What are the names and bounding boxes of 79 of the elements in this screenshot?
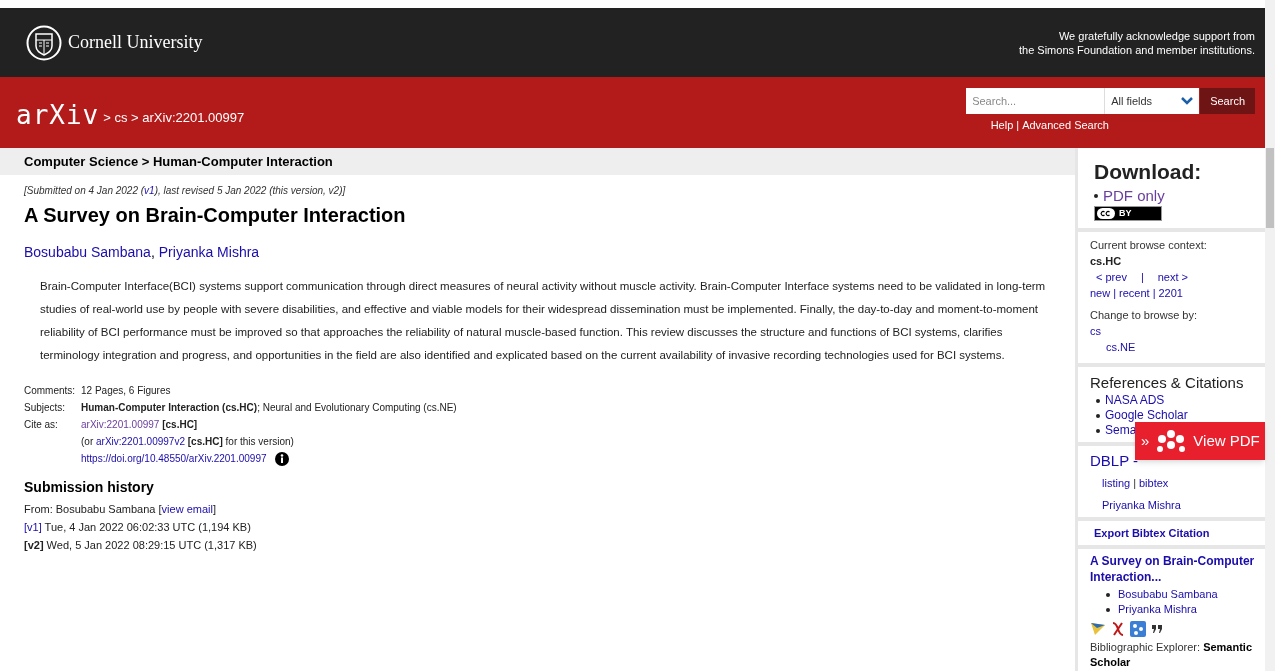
metadata-value: 12 Pages, 6 Figures (81, 384, 171, 398)
pdf-link[interactable]: PDF only (1103, 187, 1165, 205)
change-browse-label: Change to browse by: (1090, 308, 1198, 323)
link[interactable]: [v1] (24, 521, 42, 533)
browse-context-label: Current browse context: (1090, 238, 1208, 253)
search-button[interactable]: Search (1200, 88, 1255, 114)
browse-context: cs.HC (1090, 254, 1123, 269)
author-link[interactable]: Priyanka Mishra (1118, 602, 1197, 617)
separator: | (1140, 270, 1144, 285)
triangle-icon[interactable] (1090, 622, 1106, 636)
people-icon (1155, 429, 1188, 453)
search-field[interactable]: Search... (966, 88, 1105, 114)
field-select[interactable]: All fields (1104, 88, 1200, 114)
help-link[interactable]: Help (990, 117, 1014, 134)
metadata-label: Subjects: (24, 401, 67, 415)
institution-name[interactable]: Cornell University (68, 29, 203, 56)
separator: | (1113, 286, 1117, 301)
dblp-link[interactable]: bibtex (1139, 475, 1169, 491)
connected-papers-icon[interactable] (1130, 621, 1146, 637)
bibliographic-explorer: Bibliographic Explorer: Semantic Scholar (1090, 640, 1254, 670)
bullet-icon (1094, 194, 1098, 198)
bullet-icon (1096, 398, 1100, 403)
metadata-value: arXiv:2201.00997 [cs.HC] (81, 418, 199, 432)
scholar-title-link[interactable]: A Survey on Brain-Computer Interaction... (1090, 553, 1257, 585)
author-link[interactable]: Bosubabu Sambana (24, 242, 151, 263)
next-link[interactable]: next > (1157, 269, 1189, 285)
history-line: From: Bosubabu Sambana [view email] (24, 502, 217, 517)
metadata-label: Cite as: (24, 418, 59, 432)
chevron-down-icon (1181, 97, 1194, 105)
bullet-icon (1096, 428, 1100, 433)
history-line: [v2] Wed, 5 Jan 2022 08:29:15 UTC (1,317 KB) (24, 538, 258, 553)
separator: | (1152, 286, 1156, 301)
cc-icon (1097, 208, 1115, 219)
category-bar: Computer Science > Human-Computer Interaction (0, 148, 1075, 175)
download-heading: Download: (1093, 159, 1203, 184)
breadcrumb: > cs > arXiv:2201.00997 (103, 108, 245, 127)
scrollbar-thumb[interactable] (1266, 148, 1274, 228)
license-badge[interactable]: BY (1094, 206, 1162, 221)
reference-link[interactable]: Google Scholar (1105, 408, 1188, 423)
bullet-icon (1096, 413, 1100, 418)
export-bibtex-link[interactable]: Export Bibtex Citation (1094, 527, 1210, 539)
metadata-label: Comments: (24, 384, 77, 398)
prev-link[interactable]: < prev (1096, 269, 1127, 285)
bullet-icon (1106, 592, 1110, 597)
view-pdf-button[interactable]: » View PDF (1135, 422, 1265, 460)
metadata-value: Human-Computer Interaction (cs.HC); Neural and Evolutionary Computing (cs.NE) (81, 401, 457, 415)
author-link[interactable]: Bosubabu Sambana (1118, 587, 1218, 602)
comma: , (150, 243, 155, 262)
dblp-author-link[interactable]: Priyanka Mishra (1102, 499, 1181, 511)
abstract: Brain-Computer Interface(BCI) systems support communication through direct measures of neural activity without muscle activity. Brain-Computer Interface systems need to be validated in long-term studies of real-world use by people with severe disabilities, and effective and viable models for their widespread dissemination must be implemented. Finally, the day-to-day and moment-to-moment reliability of BCI performance must be improved so that approaches the reliability of natural muscle-based function. This review discusses the structure and functions of BCI systems, clarifies terminology integration and progress, and opportunities in the field are also identified and explicated based on the current availability of invasive recording technologies used for BCI systems. (40, 279, 1047, 363)
browse-link[interactable]: 2201 (1158, 285, 1183, 301)
separator: | (1016, 118, 1020, 133)
arxiv-logo[interactable]: arXiv (16, 96, 100, 135)
info-icon[interactable] (274, 451, 289, 466)
references-heading: References & Citations (1090, 373, 1245, 393)
category-link[interactable]: cs (1090, 325, 1101, 337)
advanced-search-link[interactable]: Advanced Search (1022, 117, 1109, 134)
crest-icon (26, 24, 62, 61)
link[interactable]: https://doi.org/10.48550/arXiv.2201.00997 (81, 450, 267, 467)
category-link[interactable]: cs.NE (1106, 341, 1136, 353)
author-link[interactable]: Priyanka Mishra (158, 242, 260, 263)
history-line: [v1] Tue, 4 Jan 2022 06:02:33 UTC (1,194 KB) (24, 520, 252, 535)
history-heading: Submission history (24, 478, 155, 497)
link[interactable]: arXiv:2201.00997v2 (96, 436, 185, 447)
separator: | (1133, 476, 1136, 491)
reference-link[interactable]: Sema (1105, 423, 1137, 438)
quote-icon[interactable] (1152, 625, 1162, 633)
link[interactable]: arXiv:2201.00997 (81, 419, 160, 430)
chi-icon[interactable] (1112, 622, 1124, 636)
paper-title: A Survey on Brain-Computer Interaction (24, 203, 407, 228)
bullet-icon (1106, 607, 1110, 612)
acknowledgement-text: We gratefully acknowledge support from the Simons Foundation and member institutions. (1018, 28, 1255, 57)
submission-dates: [Submitted on 4 Jan 2022 (v1), last revised 5 Jan 2022 (this version, v2)] (24, 184, 347, 198)
metadata-value: (or arXiv:2201.00997v2 [cs.HC] for this version) (81, 435, 294, 449)
browse-link[interactable]: new (1090, 285, 1111, 301)
reference-link[interactable]: NASA ADS (1105, 393, 1165, 408)
link[interactable]: v1 (144, 185, 155, 196)
dblp-link[interactable]: listing (1102, 475, 1131, 491)
browse-link[interactable]: recent (1119, 285, 1150, 301)
